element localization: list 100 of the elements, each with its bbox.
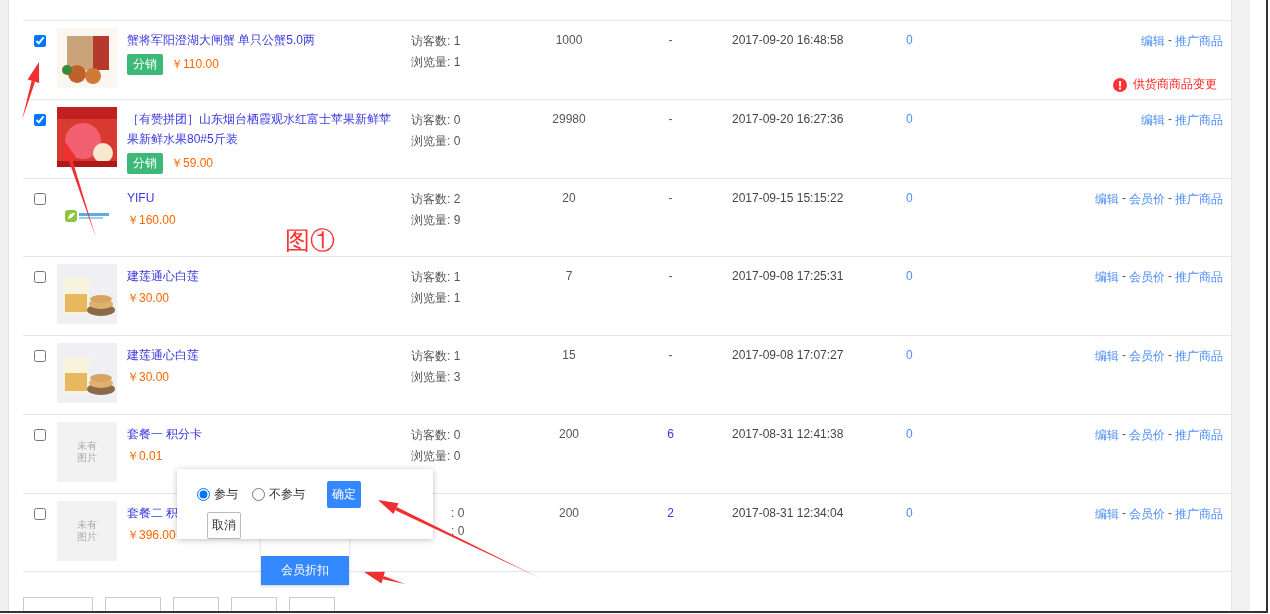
count-cell[interactable]: 6	[667, 426, 674, 441]
action-link[interactable]: 推广商品	[1175, 348, 1223, 366]
action-link[interactable]: 会员价	[1129, 348, 1165, 366]
count-cell: -	[668, 112, 673, 126]
product-title[interactable]: YIFU	[127, 187, 401, 208]
row-checkbox[interactable]	[34, 114, 46, 126]
action-link[interactable]: 会员价	[1129, 426, 1165, 444]
stat-text: 访客数: 0	[411, 426, 462, 444]
cancel-button[interactable]: 取消	[207, 512, 241, 539]
date-cell: 2017-09-08 17:07:27	[732, 348, 844, 363]
stat-text: : 0	[451, 505, 466, 520]
action-link[interactable]: 推广商品	[1175, 190, 1223, 208]
placeholder-text: 未有	[77, 518, 97, 531]
stock-cell: 1000	[555, 33, 583, 48]
product-title[interactable]: 套餐一 积分卡	[127, 423, 401, 444]
distribution-tag: 分销	[127, 153, 163, 174]
separator-text: -	[1168, 190, 1172, 207]
product-price: ￥30.00	[127, 290, 170, 308]
stat-text: : 0	[451, 523, 466, 538]
count-link[interactable]: 0	[906, 348, 913, 363]
stat-text: 浏览量: 1	[411, 54, 462, 72]
product-title[interactable]: ［有赞拼团］山东烟台栖霞观水红富士苹果新鲜苹果新鲜水果80#5斤装	[127, 109, 401, 149]
radio-label: 参与	[214, 486, 238, 503]
action-link[interactable]: 编辑	[1095, 269, 1119, 287]
stock-cell: 200	[559, 426, 579, 441]
product-price: ￥30.00	[127, 369, 170, 387]
action-link[interactable]: 会员价	[1129, 505, 1165, 523]
radio-button[interactable]	[197, 488, 210, 501]
separator-text: -	[1168, 33, 1172, 50]
count-cell: -	[668, 33, 673, 48]
action-link[interactable]: 编辑	[1095, 348, 1119, 366]
count-link[interactable]: 0	[906, 269, 913, 284]
row-checkbox[interactable]	[34, 428, 46, 441]
count-link[interactable]: 0	[906, 426, 913, 441]
product-title[interactable]: 建莲通心白莲	[127, 266, 401, 287]
count-link[interactable]: 0	[906, 505, 913, 520]
action-link[interactable]: 推广商品	[1175, 112, 1223, 129]
leaf-logo-icon	[65, 209, 109, 222]
annotation-label: 图①	[285, 226, 335, 256]
stat-text: 访客数: 2	[411, 190, 462, 208]
action-link[interactable]: 推广商品	[1175, 426, 1223, 444]
separator-text: -	[1168, 112, 1172, 128]
product-title[interactable]: 蟹将军阳澄湖大闸蟹 单只公蟹5.0两	[127, 30, 401, 51]
placeholder-text: 图片	[77, 451, 97, 464]
warning-text: 供货商商品变更	[1133, 76, 1217, 94]
row-checkbox[interactable]	[34, 192, 46, 205]
warning-icon	[1113, 77, 1127, 92]
count-cell[interactable]: 2	[667, 505, 674, 520]
product-price: ￥0.01	[127, 447, 163, 465]
separator-text: -	[1168, 269, 1172, 286]
date-cell: 2017-09-20 16:27:36	[732, 112, 844, 126]
confirm-button[interactable]: 确定	[327, 481, 361, 508]
action-link[interactable]: 编辑	[1095, 505, 1119, 523]
radio-button[interactable]	[252, 488, 265, 501]
action-link[interactable]: 编辑	[1141, 112, 1165, 129]
stock-cell: 15	[562, 348, 576, 363]
product-price: ￥110.00	[171, 56, 219, 74]
stat-text: 浏览量: 0	[411, 133, 462, 150]
placeholder-text: 未有	[77, 439, 97, 452]
stock-cell: 29980	[552, 112, 586, 126]
separator-text: -	[1168, 426, 1172, 443]
separator-text: -	[1168, 348, 1172, 365]
stock-cell: 200	[559, 505, 579, 520]
placeholder-text: 图片	[77, 530, 97, 543]
row-checkbox[interactable]	[34, 350, 46, 363]
count-link[interactable]: 0	[906, 33, 913, 48]
product-price: ￥396.00	[127, 526, 176, 544]
separator-text: -	[1122, 190, 1126, 207]
stock-cell: 20	[562, 190, 576, 205]
action-link[interactable]: 推广商品	[1175, 33, 1223, 51]
distribution-tag: 分销	[127, 54, 163, 76]
stat-text: 浏览量: 1	[411, 290, 462, 308]
action-link[interactable]: 推广商品	[1175, 505, 1223, 523]
action-link[interactable]: 编辑	[1095, 190, 1119, 208]
stat-text: 浏览量: 0	[411, 447, 462, 465]
action-link[interactable]: 编辑	[1141, 33, 1165, 51]
count-link[interactable]: 0	[906, 190, 913, 205]
stat-text: 访客数: 1	[411, 348, 462, 366]
action-link[interactable]: 会员价	[1129, 190, 1165, 208]
separator-text: -	[1122, 505, 1126, 522]
date-cell: 2017-09-15 15:15:22	[732, 190, 844, 205]
count-link[interactable]: 0	[906, 112, 913, 126]
count-cell: -	[668, 269, 673, 284]
separator-text: -	[1122, 269, 1126, 286]
date-cell: 2017-09-08 17:25:31	[732, 269, 844, 284]
product-title[interactable]: 建莲通心白莲	[127, 345, 401, 366]
action-link[interactable]: 编辑	[1095, 426, 1119, 444]
arrow	[22, 62, 40, 120]
action-link[interactable]: 推广商品	[1175, 269, 1223, 287]
row-checkbox[interactable]	[34, 507, 46, 520]
stock-cell: 7	[565, 269, 573, 284]
action-link[interactable]: 会员价	[1129, 269, 1165, 287]
row-checkbox[interactable]	[34, 35, 46, 48]
menu-item[interactable]: 会员折扣	[261, 556, 349, 585]
row-checkbox[interactable]	[34, 271, 46, 284]
date-cell: 2017-08-31 12:41:38	[732, 426, 844, 441]
stat-text: 访客数: 1	[411, 269, 462, 287]
date-cell: 2017-09-20 16:48:58	[732, 33, 844, 48]
count-cell: -	[668, 190, 673, 205]
scrollbar[interactable]	[1231, 0, 1250, 611]
